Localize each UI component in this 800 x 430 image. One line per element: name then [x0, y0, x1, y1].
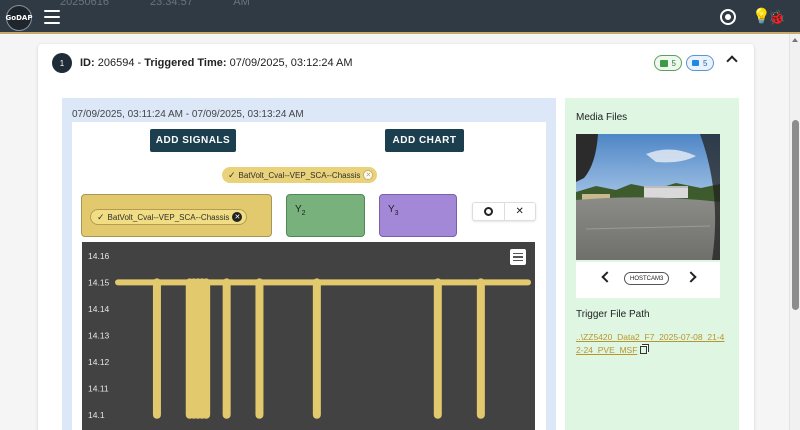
chart-controls: ✕: [472, 202, 536, 221]
app-logo[interactable]: GoDAP: [6, 5, 32, 31]
camera-frame-image[interactable]: [576, 134, 720, 260]
media-navigation: HOSTCAM3: [576, 262, 720, 298]
y-tick-label: 14.15: [88, 277, 110, 287]
triggered-time-value: 07/09/2025, 03:12:24 AM: [229, 57, 353, 69]
ghost-text-date: 20250616: [60, 0, 109, 8]
camera-image: [576, 134, 720, 260]
remove-signal-icon[interactable]: ✕: [363, 170, 374, 180]
y-tick-label: 14.11: [88, 383, 109, 393]
y2-name: Y: [295, 204, 302, 215]
title-separator: -: [134, 57, 145, 69]
camera-chip[interactable]: HOSTCAM3: [624, 272, 670, 285]
close-icon: ✕: [515, 206, 524, 217]
plot-canvas[interactable]: 14.16 14.15 14.14 14.13 14.12 14.11 14.1: [82, 242, 535, 430]
gear-icon: [483, 207, 493, 216]
y-tick-label: 14.16: [88, 251, 110, 261]
y2-axis-dropzone[interactable]: Y2: [286, 194, 365, 237]
scroll-up-arrow-icon[interactable]: [792, 38, 798, 42]
chart-workspace: ADD SIGNALS ADD CHART ✓ BatVolt_Cval--VE…: [72, 122, 546, 430]
y2-label: Y2: [295, 204, 306, 217]
y1-signal-chip[interactable]: ✓ BatVolt_Cval--VEP_SCA--Chassis ✕: [90, 209, 248, 225]
signal-chip-label: BatVolt_Cval--VEP_SCA--Chassis: [238, 170, 361, 180]
logo-text: GoDAP: [5, 14, 33, 22]
event-header: ID: 206594 - Triggered Time: 07/09/2025,…: [80, 57, 353, 69]
settings-icon[interactable]: [720, 9, 736, 25]
y3-name: Y: [388, 204, 395, 215]
video-count-chip[interactable]: 5: [686, 55, 714, 71]
ghost-text-ampm: AM: [233, 0, 250, 8]
add-chart-button[interactable]: ADD CHART: [385, 129, 464, 152]
y-tick-label: 14.13: [88, 330, 110, 340]
checkmark-icon: ✓: [228, 169, 236, 180]
y3-subscript: 3: [394, 210, 399, 217]
chevron-right-icon[interactable]: [685, 271, 697, 283]
y-tick-label: 14.12: [88, 357, 110, 367]
event-number-badge: 1: [52, 53, 72, 73]
checkmark-icon: ✓: [97, 211, 105, 222]
close-chart-button[interactable]: ✕: [505, 203, 536, 220]
chart-settings-button[interactable]: [473, 203, 505, 220]
scrollbar-thumb[interactable]: [792, 120, 799, 310]
chevron-left-icon[interactable]: [601, 271, 613, 283]
triggered-time-label: Triggered Time:: [144, 57, 227, 69]
y-tick-label: 14.14: [88, 304, 110, 314]
signal-chip[interactable]: ✓ BatVolt_Cval--VEP_SCA--Chassis ✕: [222, 167, 378, 183]
collapse-chevron-up-icon[interactable]: [726, 55, 738, 67]
signal-plot[interactable]: 14.16 14.15 14.14 14.13 14.12 14.11 14.1: [82, 242, 535, 430]
y3-axis-dropzone[interactable]: Y3: [379, 194, 457, 237]
time-range: 07/09/2025, 03:11:24 AM - 07/09/2025, 03…: [72, 109, 304, 120]
video-camera-icon: [692, 60, 699, 66]
trigger-file-path-text[interactable]: ..\ZZ5420_Data2_F7_2025-07-08_21-42-24_P…: [576, 332, 724, 355]
media-panel: Media Files HOSTCAM3 Trigger File Path .…: [565, 98, 739, 430]
chart-panel: 07/09/2025, 03:11:24 AM - 07/09/2025, 03…: [62, 98, 556, 430]
id-value: 206594: [97, 57, 135, 69]
top-app-bar: 20250616 23:34:57 AM GoDAP 💡 🐞: [0, 0, 800, 34]
page-scrollbar[interactable]: [789, 34, 800, 430]
remove-y1-signal-icon[interactable]: ✕: [232, 212, 243, 222]
media-files-title: Media Files: [576, 112, 628, 123]
scrolled-row-remnant: 20250616 23:34:57 AM: [60, 0, 288, 8]
trigger-file-path-link[interactable]: ..\ZZ5420_Data2_F7_2025-07-08_21-42-24_P…: [576, 331, 728, 357]
ghost-text-time: 23:34:57: [150, 0, 193, 8]
image-icon: [660, 59, 668, 67]
y1-signal-label: BatVolt_Cval--VEP_SCA--Chassis: [107, 212, 230, 222]
video-count: 5: [703, 58, 708, 68]
add-signals-button[interactable]: ADD SIGNALS: [150, 129, 236, 152]
image-count-chip[interactable]: 5: [654, 55, 682, 71]
trigger-file-path-title: Trigger File Path: [576, 309, 650, 320]
bug-report-icon[interactable]: 🐞: [768, 9, 785, 25]
id-label: ID:: [80, 57, 95, 69]
event-number: 1: [59, 58, 65, 68]
hamburger-menu-icon[interactable]: [44, 10, 60, 24]
y1-axis-dropzone[interactable]: ✓ BatVolt_Cval--VEP_SCA--Chassis ✕: [81, 194, 272, 237]
y-tick-label: 14.1: [88, 410, 105, 420]
image-count: 5: [671, 58, 676, 68]
y2-subscript: 2: [301, 210, 306, 217]
copy-icon[interactable]: [640, 346, 648, 354]
y3-label: Y3: [388, 204, 399, 217]
chart-menu-icon[interactable]: [510, 249, 526, 265]
